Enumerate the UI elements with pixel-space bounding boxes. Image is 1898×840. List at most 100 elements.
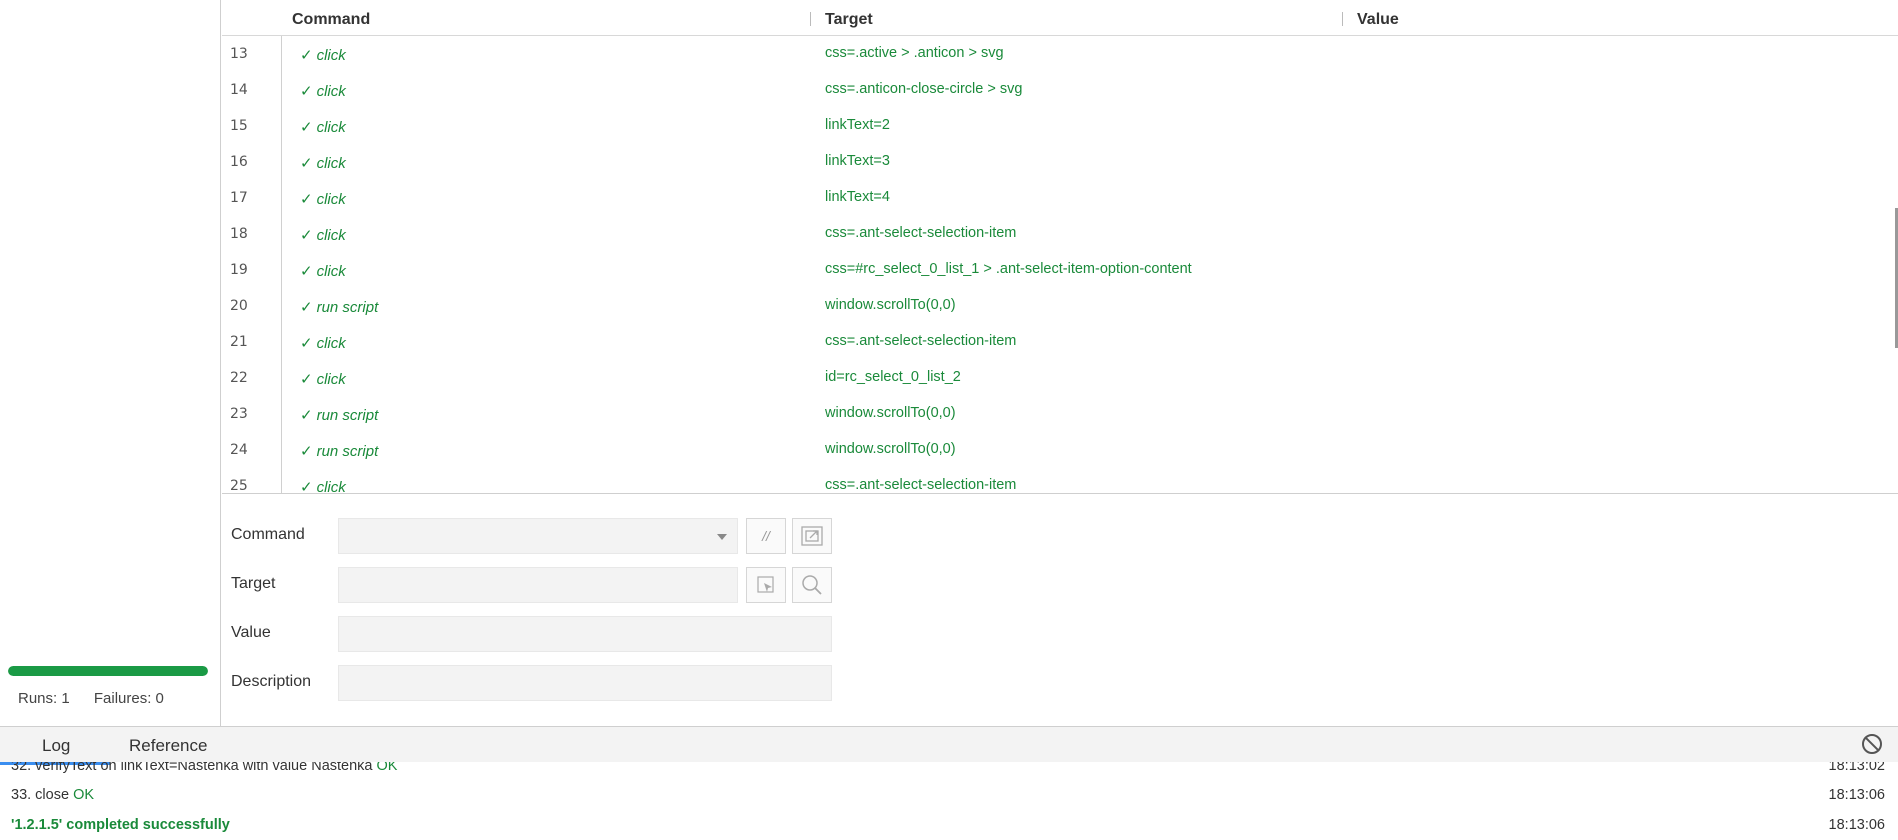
table-row[interactable]: 20 ✓ run script window.scrollTo(0,0) <box>222 288 1892 324</box>
table-row[interactable]: 25 ✓ click css=.ant-select-selection-item <box>222 468 1892 494</box>
log-panel-tabs: Log Reference <box>0 726 1898 765</box>
table-row[interactable]: 24 ✓ run script window.scrollTo(0,0) <box>222 432 1892 468</box>
status-ok: OK <box>376 762 398 774</box>
command-cell: ✓ run script <box>300 406 378 424</box>
target-cell: linkText=2 <box>825 117 890 133</box>
value-label: Value <box>231 624 271 641</box>
line-number: 22 <box>230 370 248 386</box>
target-cell: window.scrollTo(0,0) <box>825 297 956 313</box>
command-name: click <box>316 479 346 494</box>
status-ok: OK <box>73 787 95 803</box>
table-row[interactable]: 18 ✓ click css=.ant-select-selection-item <box>222 216 1892 252</box>
target-cell: window.scrollTo(0,0) <box>825 441 956 457</box>
target-cell: css=.ant-select-selection-item <box>825 477 1017 493</box>
command-cell: ✓ click <box>300 82 346 100</box>
description-input[interactable] <box>338 665 832 701</box>
line-number: 24 <box>230 442 248 458</box>
clear-log-icon[interactable] <box>1862 734 1882 754</box>
table-row[interactable]: 14 ✓ click css=.anticon-close-circle > svg <box>222 72 1892 108</box>
column-header-target[interactable]: Target <box>825 11 873 29</box>
comment-button[interactable]: // <box>746 518 786 554</box>
command-cell: ✓ run script <box>300 298 378 316</box>
command-cell: ✓ click <box>300 46 346 64</box>
command-name: run script <box>316 407 379 424</box>
column-resize-handle[interactable] <box>1342 12 1343 26</box>
command-editor: Command // Target Value Description <box>222 495 1898 726</box>
command-name: click <box>316 47 346 64</box>
run-stats: Runs: 1 Failures: 0 <box>18 690 184 707</box>
target-cell: id=rc_select_0_list_2 <box>825 369 961 385</box>
run-progress-bar <box>8 666 208 676</box>
table-row[interactable]: 15 ✓ click linkText=2 <box>222 108 1892 144</box>
command-label: Command <box>231 526 305 543</box>
command-table: Command Target Value 13 ✓ click css=.active… <box>222 0 1898 494</box>
line-number: 13 <box>230 46 248 62</box>
line-number: 15 <box>230 118 248 134</box>
command-cell: ✓ click <box>300 478 346 494</box>
command-cell: ✓ click <box>300 118 346 136</box>
line-number: 17 <box>230 190 248 206</box>
chevron-down-icon <box>717 534 727 540</box>
check-icon: ✓ <box>300 83 313 100</box>
command-name: run script <box>316 299 379 316</box>
table-row[interactable]: 19 ✓ click css=#rc_select_0_list_1 > .ant-s… <box>222 252 1892 288</box>
target-input[interactable] <box>338 567 738 603</box>
line-number: 18 <box>230 226 248 242</box>
log-timestamp: 18:13:06 <box>1828 817 1885 833</box>
check-icon: ✓ <box>300 191 313 208</box>
command-name: click <box>316 191 346 208</box>
select-target-button[interactable] <box>746 567 786 603</box>
line-number: 16 <box>230 154 248 170</box>
table-row[interactable]: 13 ✓ click css=.active > .anticon > svg <box>222 36 1892 72</box>
description-label: Description <box>231 673 312 690</box>
log-timestamp: 18:13:06 <box>1828 787 1885 803</box>
target-cell: linkText=4 <box>825 189 890 205</box>
search-icon <box>802 575 822 595</box>
check-icon: ✓ <box>300 479 313 494</box>
log-line: 32. verifyText on linkText=Nastenka with… <box>11 762 1891 774</box>
target-cell: window.scrollTo(0,0) <box>825 405 956 421</box>
log-line: 33. close OK 18:13:06 <box>11 787 1885 803</box>
table-row[interactable]: 16 ✓ click linkText=3 <box>222 144 1892 180</box>
comment-icon: // <box>762 528 770 544</box>
column-header-value[interactable]: Value <box>1357 11 1399 29</box>
check-icon: ✓ <box>300 227 313 244</box>
check-icon: ✓ <box>300 263 313 280</box>
command-name: run script <box>316 443 379 460</box>
line-number: 19 <box>230 262 248 278</box>
command-name: click <box>316 119 346 136</box>
command-cell: ✓ click <box>300 370 346 388</box>
run-progress-fill <box>8 666 208 676</box>
column-header-command[interactable]: Command <box>292 11 370 29</box>
table-row[interactable]: 22 ✓ click id=rc_select_0_list_2 <box>222 360 1892 396</box>
cursor-select-icon <box>757 576 774 593</box>
table-row[interactable]: 21 ✓ click css=.ant-select-selection-item <box>222 324 1892 360</box>
command-cell: ✓ run script <box>300 442 378 460</box>
table-row[interactable]: 17 ✓ click linkText=4 <box>222 180 1892 216</box>
open-reference-button[interactable] <box>792 518 832 554</box>
table-header: Command Target Value <box>222 0 1898 36</box>
command-select[interactable] <box>338 518 738 554</box>
tab-log[interactable]: Log <box>0 736 112 765</box>
command-name: click <box>316 371 346 388</box>
command-name: click <box>316 227 346 244</box>
log-success-line: '1.2.1.5' completed successfully 18:13:0… <box>11 817 1885 833</box>
target-cell: linkText=3 <box>825 153 890 169</box>
check-icon: ✓ <box>300 371 313 388</box>
line-number: 20 <box>230 298 248 314</box>
tab-reference[interactable]: Reference <box>129 736 207 756</box>
check-icon: ✓ <box>300 443 313 460</box>
command-name: click <box>316 83 346 100</box>
table-row[interactable]: 23 ✓ run script window.scrollTo(0,0) <box>222 396 1892 432</box>
value-input[interactable] <box>338 616 832 652</box>
log-output: 32. verifyText on linkText=Nastenka with… <box>0 762 1898 840</box>
line-number: 23 <box>230 406 248 422</box>
find-target-button[interactable] <box>792 567 832 603</box>
check-icon: ✓ <box>300 47 313 64</box>
target-cell: css=.ant-select-selection-item <box>825 333 1017 349</box>
column-resize-handle[interactable] <box>810 12 811 26</box>
command-cell: ✓ click <box>300 226 346 244</box>
check-icon: ✓ <box>300 335 313 352</box>
target-cell: css=.ant-select-selection-item <box>825 225 1017 241</box>
command-cell: ✓ click <box>300 334 346 352</box>
